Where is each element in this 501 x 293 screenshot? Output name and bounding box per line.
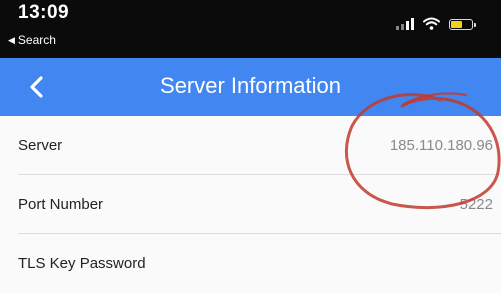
tls-key-password-row[interactable]: TLS Key Password <box>18 234 501 293</box>
server-row[interactable]: Server 185.110.180.96 <box>18 116 501 175</box>
port-number-row[interactable]: Port Number 5222 <box>18 175 501 234</box>
navigation-bar: Server Information <box>0 58 501 116</box>
status-time: 13:09 <box>18 2 70 23</box>
back-to-app-label: Search <box>17 33 56 47</box>
status-bar: 13:09 ◀ Search <box>0 0 501 58</box>
cellular-signal-icon <box>396 18 414 30</box>
back-triangle-icon: ◀ <box>8 34 15 45</box>
battery-icon <box>449 19 476 30</box>
page-title: Server Information <box>160 73 341 98</box>
port-number-value: 5222 <box>459 195 493 213</box>
server-info-list: Server 185.110.180.96 Port Number 5222 T… <box>0 116 501 293</box>
server-label: Server <box>18 136 63 154</box>
status-icons <box>396 14 476 30</box>
wifi-icon <box>423 17 440 30</box>
server-value: 185.110.180.96 <box>389 136 493 154</box>
back-to-app-link[interactable]: ◀ Search <box>8 33 56 47</box>
tls-key-password-label: TLS Key Password <box>18 255 146 272</box>
port-number-label: Port Number <box>18 195 104 213</box>
